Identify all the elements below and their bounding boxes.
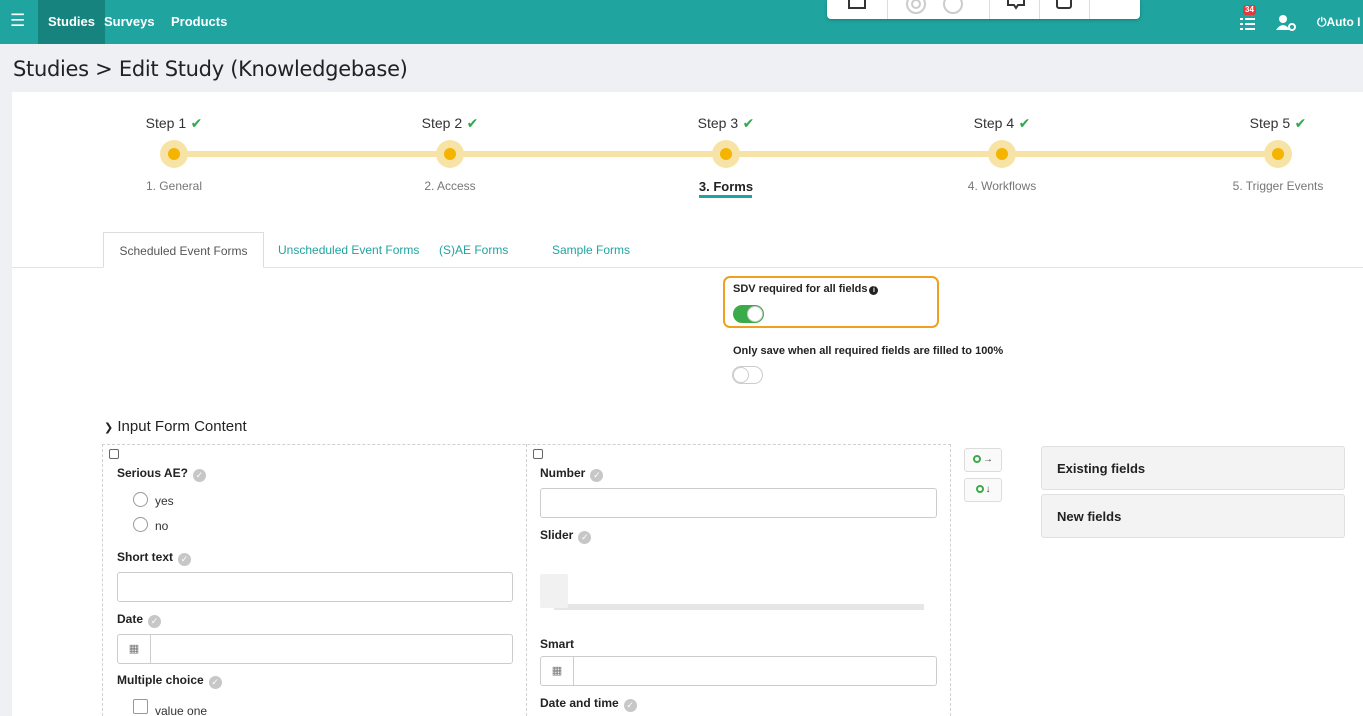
tab-sae-forms[interactable]: (S)AE Forms (439, 232, 508, 268)
select-column-checkbox[interactable] (109, 449, 119, 459)
step-5[interactable]: Step 5 ✔ (1208, 115, 1348, 133)
check-icon: ✔ (1018, 115, 1031, 131)
field-multiple-choice[interactable]: Multiple choice ✓ (117, 673, 222, 689)
user-label: Auto I (1326, 15, 1361, 29)
step-4[interactable]: Step 4 ✔ (932, 115, 1072, 133)
short-text-input[interactable] (117, 572, 513, 602)
slider-handle[interactable] (540, 574, 568, 608)
step-label-workflows[interactable]: 4. Workflows (922, 179, 1082, 193)
record-icon[interactable] (904, 0, 928, 16)
step-dot[interactable] (1264, 140, 1292, 168)
verified-icon: ✓ (578, 531, 592, 544)
active-step-underline (699, 195, 752, 198)
user-settings-icon[interactable] (1276, 14, 1296, 32)
tasks-icon[interactable] (1239, 12, 1257, 32)
new-fields-panel[interactable]: New fields (1041, 494, 1345, 538)
field-number[interactable]: Number ✓ (540, 466, 604, 482)
nav-products[interactable]: Products (171, 0, 227, 44)
tab-sample-forms[interactable]: Sample Forms (552, 232, 630, 268)
checkbox-value-one[interactable] (133, 699, 148, 714)
verified-icon: ✓ (192, 469, 206, 482)
verified-icon: ✓ (590, 469, 604, 482)
radio-no-label: no (155, 519, 169, 533)
step-label-access[interactable]: 2. Access (370, 179, 530, 193)
step-dot[interactable] (436, 140, 464, 168)
clipboard-icon[interactable] (1053, 0, 1075, 14)
step-label-forms[interactable]: 3. Forms (646, 179, 806, 194)
verified-icon: ✓ (148, 615, 162, 628)
verified-icon: ✓ (178, 553, 192, 566)
chevron-down-icon: ❯︎ (104, 422, 114, 434)
select-column-checkbox[interactable] (533, 449, 543, 459)
check-icon: ✔ (190, 115, 203, 131)
menu-icon[interactable]: ☰ (10, 12, 25, 30)
field-date-time[interactable]: Date and time ✓ (540, 696, 637, 712)
save-required-toggle[interactable] (732, 366, 763, 384)
power-icon: ⏻ (1317, 15, 1327, 29)
field-date[interactable]: Date ✓ (117, 612, 162, 628)
step-2[interactable]: Step 2 ✔ (380, 115, 520, 133)
check-icon: ✔ (742, 115, 755, 131)
tab-unscheduled-event-forms[interactable]: Unscheduled Event Forms (278, 232, 419, 268)
arrow-right-icon: → (983, 454, 993, 465)
field-slider[interactable]: Slider ✓ (540, 528, 592, 544)
calendar-icon[interactable]: ▦ (118, 635, 151, 663)
add-row-below-button[interactable]: ↓ (964, 478, 1002, 502)
check-icon: ✔ (466, 115, 479, 131)
nav-surveys[interactable]: Surveys (104, 0, 155, 44)
step-1[interactable]: Step 1 ✔ (104, 115, 244, 133)
nav-studies[interactable]: Studies (38, 0, 105, 44)
barcode-icon[interactable]: ▦ (541, 657, 574, 685)
sdv-label: SDV required for all fields i (733, 283, 879, 295)
step-label-trigger-events[interactable]: 5. Trigger Events (1198, 179, 1358, 193)
top-navbar: ☰ Studies Surveys Products 34 ⏻Auto I (0, 0, 1363, 44)
user-menu[interactable]: ⏻Auto I (1317, 0, 1361, 44)
date-input[interactable]: ▦ (117, 634, 513, 664)
sdv-toggle[interactable] (733, 305, 764, 323)
tab-scheduled-event-forms[interactable]: Scheduled Event Forms (103, 232, 264, 268)
radio-yes[interactable] (133, 492, 148, 507)
save-required-label: Only save when all required fields are f… (733, 345, 1004, 357)
notification-badge: 34 (1243, 5, 1256, 15)
step-3[interactable]: Step 3 ✔ (656, 115, 796, 133)
step-dot[interactable] (988, 140, 1016, 168)
floating-toolbar (827, 0, 1140, 19)
column-divider (526, 444, 527, 716)
existing-fields-panel[interactable]: Existing fields (1041, 446, 1345, 490)
comment-icon[interactable] (1004, 0, 1028, 14)
radio-yes-label: yes (155, 494, 174, 508)
field-short-text[interactable]: Short text ✓ (117, 550, 192, 566)
arrow-down-icon: ↓ (985, 484, 991, 495)
step-dot[interactable] (712, 140, 740, 168)
field-serious-ae[interactable]: Serious AE? ✓ (117, 466, 206, 482)
step-label-general[interactable]: 1. General (94, 179, 254, 193)
verified-icon: ✓ (208, 676, 222, 689)
section-input-form-content[interactable]: ❯︎ Input Form Content (104, 418, 247, 435)
breadcrumb: Studies > Edit Study (Knowledgebase) (13, 57, 408, 81)
add-column-right-button[interactable]: → (964, 448, 1002, 472)
check-icon: ✔ (1294, 115, 1307, 131)
plus-circle-icon (975, 485, 984, 493)
step-dot[interactable] (160, 140, 188, 168)
screen-icon[interactable] (846, 0, 868, 13)
number-input[interactable] (540, 488, 937, 518)
info-icon[interactable]: i (869, 286, 879, 295)
checkbox-value-one-label: value one (155, 704, 208, 716)
field-smart[interactable]: Smart (540, 637, 574, 651)
radio-no[interactable] (133, 517, 148, 532)
smart-input[interactable]: ▦ (540, 656, 937, 686)
plus-circle-icon (973, 455, 981, 463)
pause-icon[interactable] (941, 0, 965, 16)
verified-icon: ✓ (623, 699, 637, 712)
slider-track[interactable] (554, 604, 924, 610)
